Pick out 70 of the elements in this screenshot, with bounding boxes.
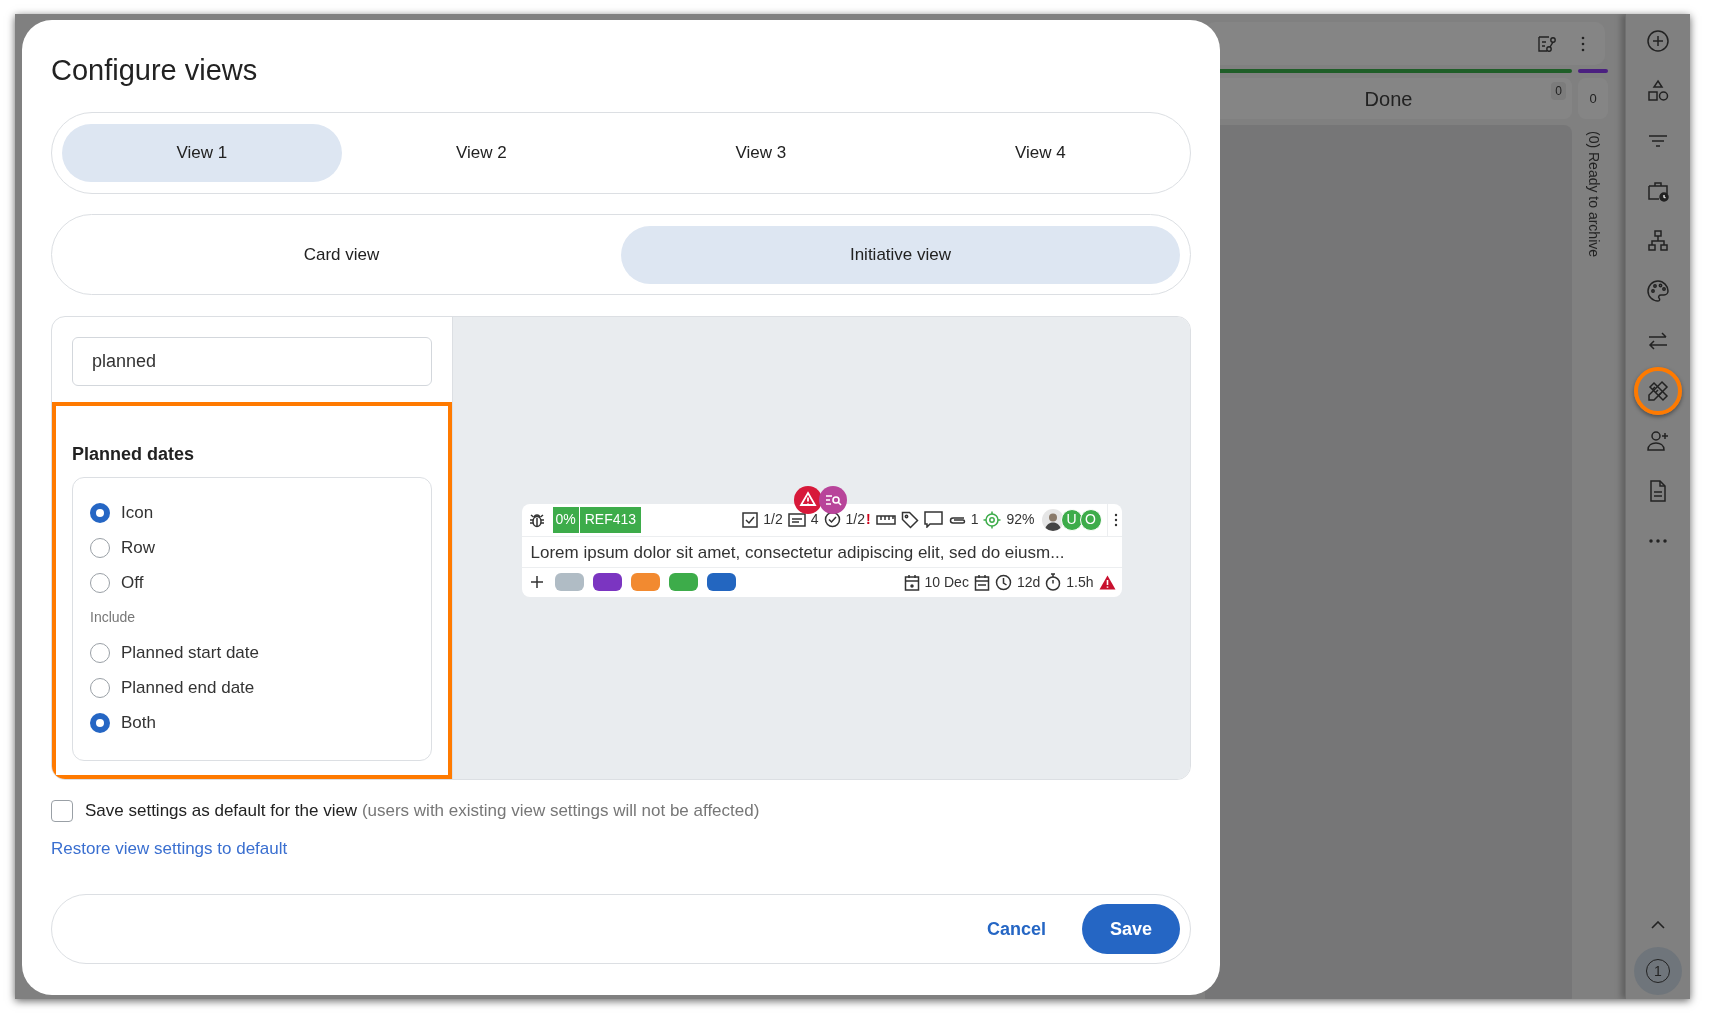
radio-button[interactable] [90,502,110,523]
checkbox[interactable] [51,799,73,822]
option-label: Planned start date [121,641,259,664]
alert-mark: ! [866,510,871,529]
column-title: Done [1364,86,1413,112]
column-title: (0) Ready to archive [1584,131,1603,258]
save-button[interactable]: Save [1082,904,1180,954]
search-field[interactable]: planned [72,337,432,386]
target-icon [983,510,1002,529]
option-label: Planned end date [121,676,255,699]
comment-icon [923,511,943,528]
label-tag[interactable] [592,573,622,591]
avatar [1041,508,1064,531]
tag-icon [900,510,919,529]
check-circle-icon [823,511,841,528]
card-description: Lorem ipsum dolor sit amet, consectetur adipiscing elit, sed do eiusm... [521,536,1122,568]
option-label: Off [121,571,144,594]
clock-icon [994,573,1012,591]
card-count: 4 [810,510,819,529]
chevron-up-icon[interactable] [1651,921,1665,929]
ruler-pencil-button[interactable] [1634,367,1682,415]
more-icon [1649,539,1667,543]
time-logged: 1.5h [1066,572,1094,592]
more-icon[interactable] [1113,512,1118,527]
add-icon [1646,29,1670,53]
attachment-count: 1 [970,510,979,529]
tab[interactable]: View 2 [341,124,621,182]
option-label: Icon [121,501,154,524]
member-avatar: U [1060,508,1083,531]
stopwatch-icon [1045,573,1062,591]
add-user-icon [1646,429,1670,453]
member-avatar: O [1079,508,1102,531]
checkbox-label: Save settings as default for the view (users with existing view settings will not be affected) [85,800,760,822]
progress-badge: 0% [552,506,579,533]
plus-icon [529,575,544,589]
palette-icon [1646,279,1670,303]
due-date: 10 Dec [924,572,969,592]
workflow-icon[interactable] [1537,34,1557,53]
hierarchy-icon [1646,229,1670,253]
card-count: 0 [1551,82,1566,100]
label-tag[interactable] [706,573,736,591]
restore-link[interactable]: Restore view settings to default [51,835,288,861]
warning-icon [1098,574,1116,590]
section-title: Planned dates [72,443,196,466]
cancel-button[interactable]: Cancel [978,907,1054,951]
ruler-icon [875,513,896,526]
tab[interactable]: Card view [62,225,621,284]
briefcase-clock-icon [1646,179,1670,203]
calendar-icon [973,573,990,591]
shapes-icon [1646,79,1670,103]
score-value: 92% [1006,510,1035,529]
checklist-count: 1/2 [763,510,783,529]
calendar-icon [903,573,920,591]
option-label: Row [121,536,155,559]
duration-value: 12d [1016,572,1041,592]
tab[interactable]: View 4 [900,124,1180,182]
card-icon [787,511,806,528]
approval-count: 1/2 [845,510,865,529]
subheading: Include [90,608,137,627]
label-tag[interactable] [668,573,698,591]
checkbox-icon [742,511,759,528]
ruler-pencil-icon [1646,379,1670,403]
option-label: Both [121,711,156,734]
tab[interactable]: Initiative view [621,225,1180,284]
dialog-title: Configure views [51,53,259,88]
tab[interactable]: View 1 [62,124,342,182]
radio-button[interactable] [90,712,110,733]
reference-badge: REF413 [579,506,642,533]
card-count: 0 [1589,89,1597,108]
tab[interactable]: View 3 [621,124,901,182]
